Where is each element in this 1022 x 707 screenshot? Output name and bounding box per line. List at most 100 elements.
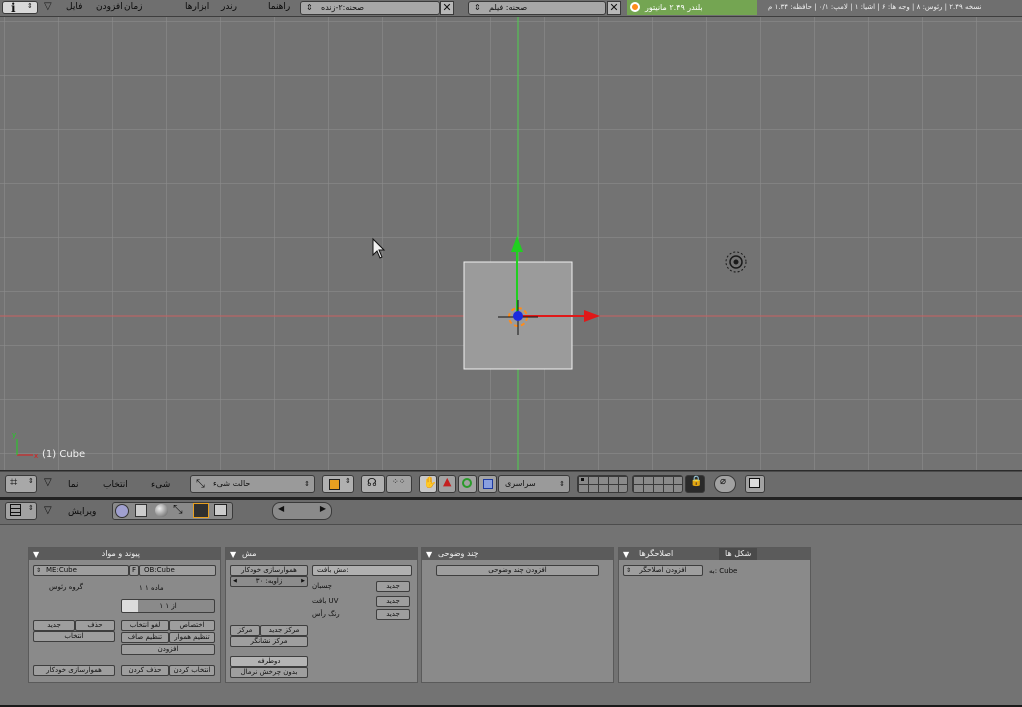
page-right-arrow-icon[interactable]: ▶ [320, 504, 326, 513]
material-index-counter[interactable]: ۱ از ۱ [121, 599, 215, 613]
snap-grid-button[interactable]: ⁘⁘ [386, 475, 412, 493]
menu-add[interactable]: افزودن [96, 2, 123, 12]
add-multires-button[interactable]: افزودن چند وضوحی [436, 565, 599, 576]
material-assign-button[interactable]: اختصاص [169, 620, 215, 631]
active-layer-dot [581, 478, 584, 481]
material-new-button[interactable]: جدید [33, 620, 75, 631]
script-icon[interactable] [135, 504, 147, 517]
scene-browse-field[interactable]: ⇕ صحنه: فیلم [468, 1, 606, 15]
menu-timeline[interactable]: زمان [124, 2, 143, 12]
dots-icon: ⁘⁘ [392, 477, 406, 486]
buttons-header: ⇕ ▽ ویرایش ⤡ ◀ ▶ [0, 500, 1022, 525]
draw-type-button[interactable]: ⇕ [322, 475, 354, 493]
auto-smooth-button[interactable]: هموارسازی خودکار [33, 665, 115, 676]
degree-field[interactable]: ◀ زاویه: ۳۰ ▶ [230, 576, 308, 587]
layer-buttons-left[interactable] [577, 475, 628, 493]
set-smooth-button[interactable]: تنظیم هموار [169, 632, 215, 643]
scene-icon[interactable] [214, 504, 227, 516]
render-preview-button[interactable] [745, 475, 765, 493]
center-cursor-button[interactable]: مرکز نشانگر [230, 636, 308, 647]
link-button[interactable]: ⌀ [714, 475, 736, 493]
add-modifier-select[interactable]: ⇕ افزودن اصلاحگر [623, 565, 703, 576]
panel-page-stepper[interactable]: ◀ ▶ [272, 502, 332, 520]
manipulator-toggle[interactable]: ✋ [419, 475, 437, 493]
scale-manipulator[interactable] [478, 475, 497, 493]
auto-smooth-toggle[interactable]: هموارسازی خودکار [230, 565, 308, 576]
uv-new-button[interactable]: جدید [376, 596, 410, 607]
menu-render[interactable]: رندر [221, 2, 237, 12]
logic-icon[interactable] [115, 504, 129, 518]
material-add-button[interactable]: افزودن [121, 644, 215, 655]
window-type-button[interactable]: ⇕ [5, 502, 37, 520]
panel-link-materials: ▼ پیوند و مواد ⇕ ME:Cube F OB:Cube گروه … [28, 547, 221, 683]
menu-help[interactable]: راهنما [268, 2, 290, 12]
collapse-menu-icon[interactable]: ▽ [44, 477, 52, 488]
object-mode-icon: ⤡ [196, 477, 205, 490]
no-normal-flip-toggle[interactable]: بدون چرخش نرمال [230, 667, 308, 678]
panel-header[interactable]: ▼ چند وضوحی [422, 548, 613, 560]
collapse-menu-icon[interactable]: ▽ [44, 1, 52, 12]
tab-modifiers[interactable]: اصلاحگرها [633, 548, 680, 560]
center-button[interactable]: مرکز [230, 625, 260, 636]
shading-icon[interactable] [155, 504, 168, 517]
updown-icon: ⇕ [27, 2, 33, 10]
panel-header[interactable]: ▼ پیوند و مواد [29, 548, 220, 560]
panel-header[interactable]: ▼ مش [226, 548, 417, 560]
window-type-button[interactable]: ⌗ ⇕ [5, 475, 37, 493]
screen-browse-field[interactable]: ⇕ صحنه:۲-زنده [300, 1, 440, 15]
set-solid-button[interactable]: تنظیم صاف [121, 632, 169, 643]
menu-view[interactable]: نما [68, 480, 78, 490]
page-left-arrow-icon[interactable]: ◀ [278, 504, 284, 513]
lock-layer-button[interactable]: 🔒 [685, 475, 705, 493]
panel-collapse-icon[interactable]: ▼ [426, 549, 432, 561]
translate-manipulator[interactable]: ▲ [438, 475, 456, 493]
pivot-icon: ☊ [367, 476, 377, 489]
transform-orientation-select[interactable]: سراسری ⇕ [498, 475, 570, 493]
material-remove-button[interactable]: حذف کردن [121, 665, 169, 676]
sticky-new-button[interactable]: جدید [376, 581, 410, 592]
updown-icon: ⇕ [36, 567, 42, 574]
layer-buttons-right[interactable] [632, 475, 683, 493]
panel-mesh: ▼ مش هموارسازی خودکار ◀ زاویه: ۳۰ ▶ مش ب… [225, 547, 418, 683]
scene-delete-button[interactable]: ✕ [607, 1, 621, 15]
editing-icon[interactable] [193, 503, 209, 518]
object-icon[interactable]: ⤡ [173, 502, 183, 517]
menu-file[interactable]: فایل [66, 2, 82, 12]
material-deselect-button[interactable]: لغو انتخاب [121, 620, 169, 631]
material-pick-button[interactable]: انتخاب کردن [169, 665, 215, 676]
double-sided-toggle[interactable]: دوطرفه [230, 656, 308, 667]
degree-left-arrow-icon[interactable]: ◀ [233, 577, 237, 586]
tex-mesh-field[interactable]: مش بافت: [312, 565, 412, 576]
panel-collapse-icon[interactable]: ▼ [230, 549, 236, 561]
object-name-field[interactable]: OB:Cube [139, 565, 216, 576]
screen-delete-button[interactable]: ✕ [440, 1, 454, 15]
panel-collapse-icon[interactable]: ▼ [33, 549, 39, 561]
menu-game[interactable]: ابزارها [185, 2, 209, 12]
window-type-button[interactable]: i ⇕ [2, 1, 38, 15]
material-select-button[interactable]: انتخاب [33, 631, 115, 642]
y-manipulator-head [511, 236, 523, 252]
vertex-color-label: رنگ رأس [312, 610, 340, 618]
pivot-point-button[interactable]: ☊ [361, 475, 385, 493]
menu-object[interactable]: شیء [151, 480, 170, 490]
degree-right-arrow-icon[interactable]: ▶ [301, 577, 305, 586]
tab-shapes[interactable]: شکل ها [719, 548, 758, 560]
hand-icon: ✋ [423, 476, 437, 489]
mode-select[interactable]: ⤡ حالت شیء ⇕ [190, 475, 315, 493]
vertex-groups-label: گروه رئوس [49, 583, 83, 591]
fake-user-button[interactable]: F [129, 565, 139, 576]
vertex-color-new-button[interactable]: جدید [376, 609, 410, 620]
menu-select[interactable]: انتخاب [103, 480, 128, 490]
blender-logo-icon [630, 2, 640, 12]
center-new-button[interactable]: مرکز جدید [260, 625, 308, 636]
rotate-manipulator[interactable] [458, 475, 477, 493]
svg-text:x: x [34, 452, 38, 460]
material-delete-button[interactable]: حذف [75, 620, 115, 631]
collapse-menu-icon[interactable]: ▽ [44, 505, 52, 516]
mesh-name-field[interactable]: ⇕ ME:Cube [33, 565, 129, 576]
3d-viewport[interactable]: y x [0, 17, 1022, 470]
svg-text:y: y [12, 431, 16, 439]
updown-icon: ⇕ [28, 477, 34, 485]
material-label: ۱ ماده ۱ [139, 584, 164, 592]
panel-collapse-icon[interactable]: ▼ [623, 549, 629, 561]
